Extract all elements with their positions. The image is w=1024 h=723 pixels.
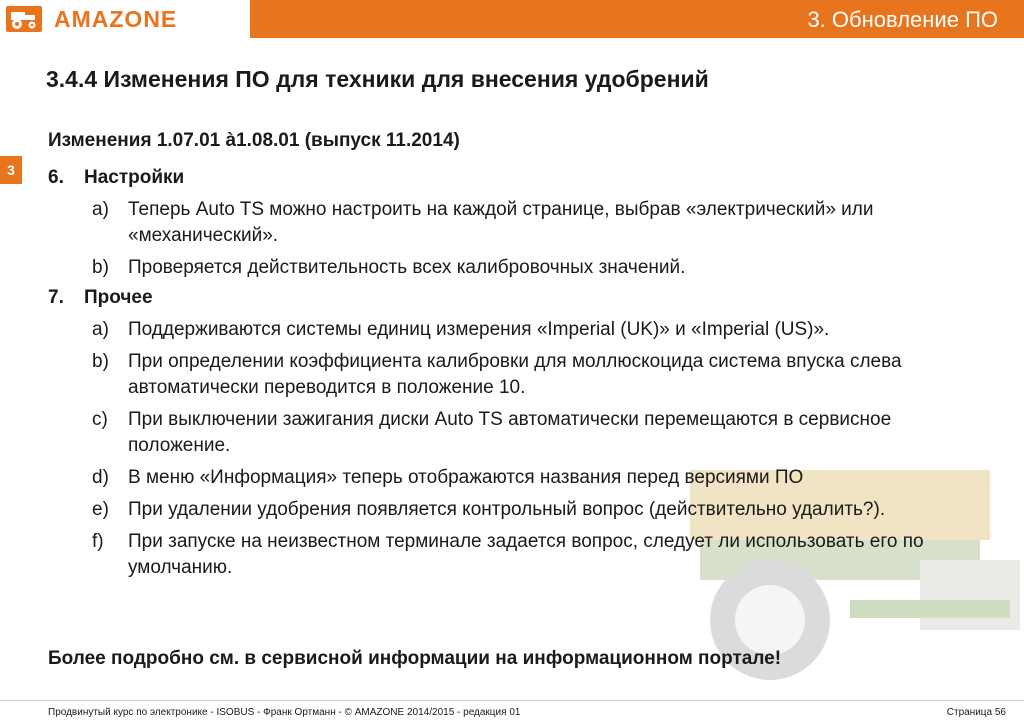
item-text: При удалении удобрения появляется контро… (128, 499, 886, 520)
changes-subtitle: Изменения 1.07.01 à1.08.01 (выпуск 11.20… (48, 130, 460, 151)
list-item: b) Проверяется действительность всех кал… (48, 255, 998, 281)
item-text: При выключении зажигания диски Auto TS а… (128, 409, 892, 456)
item-text: При определении коэффициента калибровки … (128, 351, 902, 398)
tractor-emblem-icon (6, 6, 42, 32)
header: AMAZONE 3. Обновление ПО (0, 0, 1024, 38)
item-letter: b) (92, 257, 109, 278)
item-letter: d) (92, 467, 109, 488)
list-item: d) В меню «Информация» теперь отображают… (48, 465, 998, 491)
footer-credits: Продвинутый курс по электронике - ISOBUS… (48, 707, 521, 718)
list-item: a) Теперь Auto TS можно настроить на каж… (48, 197, 998, 249)
section-title: 3. Обновление ПО (807, 7, 998, 32)
other-items: a) Поддерживаются системы единиц измерен… (48, 317, 998, 581)
list-item: e) При удалении удобрения появляется кон… (48, 497, 998, 523)
item-letter: a) (92, 319, 109, 340)
item-letter: e) (92, 499, 109, 520)
section-heading: Настройки (84, 167, 185, 188)
list-item: a) Поддерживаются системы единиц измерен… (48, 317, 998, 343)
section-number: 6. (48, 167, 64, 188)
item-letter: b) (92, 351, 109, 372)
brand-name: AMAZONE (54, 6, 178, 32)
footer-divider (0, 700, 1024, 701)
section-settings: 6. Настройки (48, 165, 998, 191)
item-text: В меню «Информация» теперь отображаются … (128, 467, 804, 488)
header-bar: 3. Обновление ПО (250, 0, 1024, 38)
list-item: f) При запуске на неизвестном терминале … (48, 529, 998, 581)
section-number: 7. (48, 287, 64, 308)
item-letter: a) (92, 199, 109, 220)
item-letter: f) (92, 531, 104, 552)
list-item: c) При выключении зажигания диски Auto T… (48, 407, 998, 459)
settings-items: a) Теперь Auto TS можно настроить на каж… (48, 197, 998, 281)
page-title: 3.4.4 Изменения ПО для техники для внесе… (46, 66, 709, 92)
item-text: Теперь Auto TS можно настроить на каждой… (128, 199, 874, 246)
logo: AMAZONE (0, 0, 250, 38)
page-number: Страница 56 (946, 707, 1006, 718)
item-letter: c) (92, 409, 108, 430)
changes-list: 6. Настройки a) Теперь Auto TS можно нас… (48, 163, 998, 585)
portal-note: Более подробно см. в сервисной информаци… (48, 648, 782, 669)
section-heading: Прочее (84, 287, 153, 308)
list-item: b) При определении коэффициента калибров… (48, 349, 998, 401)
item-text: Проверяется действительность всех калибр… (128, 257, 686, 278)
chapter-tab: 3 (0, 156, 22, 184)
item-text: При запуске на неизвестном терминале зад… (128, 531, 924, 578)
section-other: 7. Прочее (48, 285, 998, 311)
item-text: Поддерживаются системы единиц измерения … (128, 319, 830, 340)
